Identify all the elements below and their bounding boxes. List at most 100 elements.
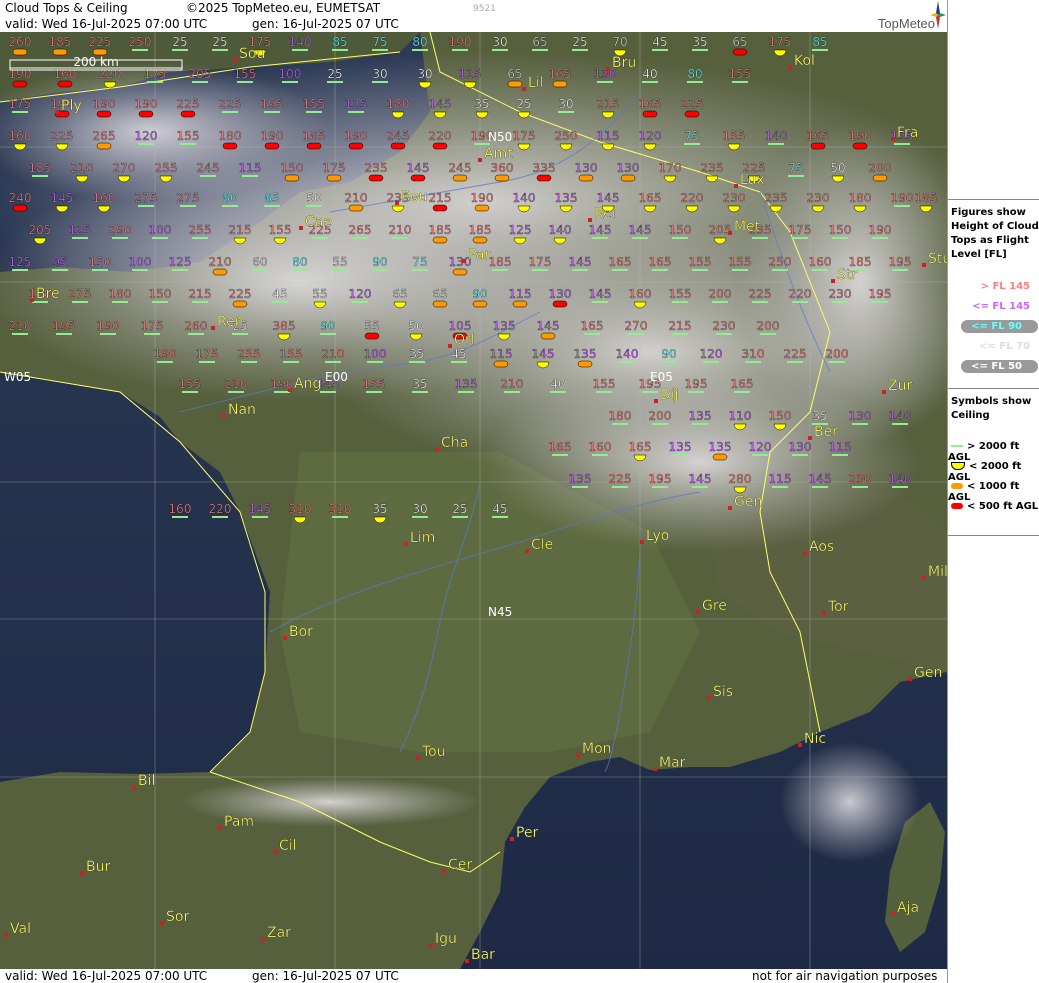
cloud-top-value: 255 <box>189 223 212 237</box>
cloud-top-value: 85 <box>332 35 347 49</box>
map-canvas: 260 185 225 250 25 25 175 140 85 75 80 190 30 65 25 70 4… <box>0 32 947 969</box>
observation-marker: 145 <box>568 255 592 271</box>
observation-marker: 120 <box>134 129 158 145</box>
cloud-top-value: 155 <box>723 129 746 143</box>
cloud-top-value: 175 <box>513 129 536 143</box>
ceiling-symbol <box>96 142 112 150</box>
observation-marker: 230 <box>848 472 872 488</box>
cloud-top-value: 100 <box>279 67 302 81</box>
cloud-top-value: 130 <box>849 409 872 423</box>
cloud-top-value: 155 <box>280 347 303 361</box>
observation-marker: 80 <box>412 35 428 51</box>
city-label: Aos <box>809 539 834 555</box>
legend-tops-item: <= FL 145 <box>948 298 1039 316</box>
ceiling-symbol-icon <box>951 483 963 489</box>
cloud-top-value: 145 <box>407 161 430 175</box>
observation-marker: 190 <box>96 319 120 335</box>
cloud-top-value: 190 <box>135 97 158 111</box>
cloud-top-value: 120 <box>135 129 158 143</box>
cloud-top-value: 140 <box>513 191 536 205</box>
city-dot <box>4 933 8 937</box>
city-label: Dij <box>660 387 679 403</box>
city-dot <box>808 436 812 440</box>
cloud-top-value: 35 <box>372 502 387 516</box>
observation-marker: 35 <box>692 35 708 51</box>
cloud-top-value: 310 <box>329 502 352 516</box>
cloud-top-value: 225 <box>681 97 704 111</box>
legend-ceiling-title: Symbols show Ceiling <box>951 396 1032 421</box>
cloud-top-value: 160 <box>629 287 652 301</box>
observation-marker: 100 <box>128 255 152 271</box>
city-label: Sor <box>166 909 189 925</box>
observation-marker: 80 <box>292 255 308 271</box>
cloud-top-value: 90 <box>472 287 487 301</box>
city-label: Bre <box>36 286 60 302</box>
cloud-top-value: 65 <box>532 35 547 49</box>
ceiling-symbol <box>472 300 488 308</box>
cloud-top-value: 190 <box>97 319 120 333</box>
cloud-top-value: 155 <box>234 67 257 81</box>
observation-marker: 60 <box>252 255 268 271</box>
cloud-top-value: 155 <box>303 97 326 111</box>
cloud-top-value: 175 <box>144 67 167 81</box>
observation-marker: 310 <box>741 347 765 363</box>
ceiling-symbol <box>552 300 568 308</box>
observation-marker: 30 <box>417 67 433 89</box>
ceiling-symbol <box>96 110 112 118</box>
city-label: Mar <box>659 755 686 771</box>
observation-marker: 35 <box>474 97 490 119</box>
ceiling-symbol-icon <box>951 503 963 509</box>
cloud-top-value: 260 <box>185 319 208 333</box>
observation-marker: 35 <box>412 377 428 393</box>
ceiling-symbol-icon <box>951 462 965 470</box>
city-marker: Amt <box>478 146 513 162</box>
ceiling-symbol <box>432 142 448 150</box>
satellite-map[interactable]: 260 185 225 250 25 25 175 140 85 75 80 190 30 65 25 70 4… <box>0 32 947 969</box>
observation-marker: 215 <box>668 319 692 335</box>
cloud-top-value: 115 <box>239 161 262 175</box>
observation-marker: 255 <box>188 223 212 239</box>
cloud-top-value: 205 <box>29 223 52 237</box>
observation-marker: 85 <box>812 35 828 51</box>
cloud-top-value: 165 <box>549 440 572 454</box>
observation-marker: 185 <box>488 255 512 271</box>
cloud-top-value: 210 <box>9 319 32 333</box>
cloud-top-value: 145 <box>51 191 74 205</box>
cloud-top-value: 195 <box>685 377 708 391</box>
cloud-top-value: 65 <box>392 287 407 301</box>
cloud-top-value: 115 <box>509 287 532 301</box>
cloud-top-value: 155 <box>363 377 386 391</box>
city-dot <box>803 551 807 555</box>
cloud-top-value: 230 <box>807 191 830 205</box>
cloud-top-value: 150 <box>281 161 304 175</box>
observation-marker: 160 <box>588 440 612 456</box>
cloud-top-value: 190 <box>449 35 472 49</box>
cloud-top-value: 235 <box>765 191 788 205</box>
city-label: Zur <box>888 378 912 394</box>
cloud-top-value: 245 <box>449 161 472 175</box>
cloud-top-value: 165 <box>807 129 830 143</box>
city-dot <box>798 743 802 747</box>
map-header: Cloud Tops & Ceiling ©2025 TopMeteo.eu, … <box>0 0 947 32</box>
observation-marker: 215 <box>188 287 212 303</box>
legend-ceiling-item: < 500 ft AGL <box>948 501 1039 519</box>
ceiling-symbol <box>306 142 322 150</box>
cloud-top-value: 60 <box>252 255 267 269</box>
observation-marker: 195 <box>868 287 892 303</box>
city-label: Tou <box>421 744 446 760</box>
ceiling-symbol <box>732 48 748 56</box>
observation-marker: 155 <box>302 97 326 113</box>
observation-marker: 160 <box>168 502 192 518</box>
ceiling-symbol <box>212 268 228 276</box>
ceiling-symbol <box>390 142 406 150</box>
city-dot <box>273 850 277 854</box>
legend-tops-item: > FL 145 <box>948 278 1039 296</box>
city-label: Igu <box>435 931 457 947</box>
cloud-top-value: 135 <box>574 347 597 361</box>
city-label: Rei <box>594 206 616 222</box>
observation-marker: 145 <box>588 287 612 303</box>
cloud-top-value: 115 <box>829 440 852 454</box>
city-dot <box>831 279 835 283</box>
cloud-top-value: 75 <box>412 255 427 269</box>
observation-marker: 185 <box>28 161 52 177</box>
